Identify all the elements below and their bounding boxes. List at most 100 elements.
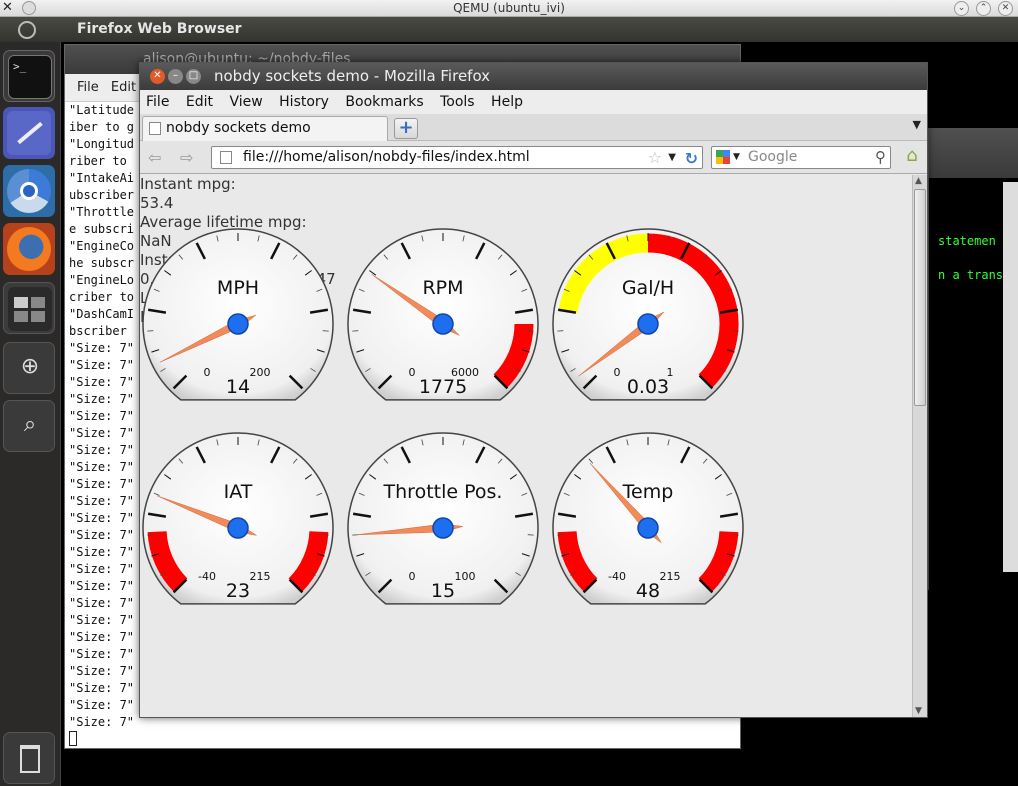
- gauge-value: 23: [226, 580, 250, 602]
- launcher-trash[interactable]: [3, 732, 55, 784]
- page-icon: [149, 122, 161, 135]
- gauge-value: 0.03: [627, 376, 669, 398]
- launcher-magnifier[interactable]: ⊕: [3, 342, 55, 394]
- dash-home-icon[interactable]: [18, 21, 36, 39]
- scroll-up-icon[interactable]: ▲: [915, 176, 922, 186]
- gauge-max-label: 100: [455, 570, 476, 583]
- terminal-icon: >_: [8, 55, 52, 99]
- background-terminal-titlebar: [929, 128, 1018, 178]
- terminal-line: e subscri: [69, 222, 135, 236]
- new-tab-button[interactable]: +: [394, 118, 418, 139]
- menu-help[interactable]: Help: [491, 94, 523, 110]
- page-content: Instant mpg: 53.4 Average lifetime mpg: NaN…: [140, 175, 913, 717]
- terminal-line: "Size: 7": [69, 579, 135, 593]
- background-terminal-scrollbar[interactable]: [1003, 182, 1018, 572]
- tab-list-dropdown-icon[interactable]: ▼: [913, 118, 921, 131]
- chevron-up-icon[interactable]: ⌃: [976, 1, 991, 16]
- firefox-titlebar: ✕ – □ nobdy sockets demo - Mozilla Firef…: [140, 63, 927, 90]
- chevron-down-icon[interactable]: ⌄: [954, 1, 969, 16]
- terminal-line: "DashCamI: [69, 307, 135, 321]
- navigation-toolbar: ⇦ ⇨ file:///home/alison/nobdy-files/inde…: [140, 141, 927, 174]
- launcher: >_ ⊕ ⌕: [0, 42, 61, 786]
- terminal-line: "Size: 7": [69, 545, 135, 559]
- launcher-zoom-page[interactable]: ⌕: [3, 400, 55, 452]
- gauge-gal-h: Gal/H0 10.03: [552, 228, 744, 401]
- tab-strip: nobdy sockets demo + ▼: [140, 114, 927, 141]
- home-icon[interactable]: ⌂: [900, 146, 924, 168]
- minimize-icon[interactable]: –: [168, 69, 183, 84]
- menu-bookmarks[interactable]: Bookmarks: [345, 94, 423, 110]
- close-icon[interactable]: ✕: [150, 69, 165, 84]
- scrollbar-thumb[interactable]: [914, 189, 926, 406]
- reload-icon[interactable]: ↻: [685, 148, 698, 169]
- gauge-rpm: RPM0 60001775: [347, 228, 539, 401]
- search-input[interactable]: ▼ Google ⚲: [711, 146, 891, 169]
- menu-edit[interactable]: Edit: [111, 80, 136, 95]
- close-icon[interactable]: ✕: [2, 1, 13, 15]
- url-bar[interactable]: file:///home/alison/nobdy-files/index.ht…: [211, 146, 703, 169]
- chevron-down-icon[interactable]: ▼: [733, 147, 740, 168]
- terminal-line: "IntakeAi: [69, 171, 135, 185]
- gauge-min-label: 0: [409, 570, 416, 583]
- menu-history[interactable]: History: [279, 94, 329, 110]
- gauge-min-label: -40: [198, 570, 216, 583]
- panel-app-title: Firefox Web Browser: [77, 21, 242, 37]
- terminal-line: he subscr: [69, 256, 135, 270]
- launcher-chromium[interactable]: [3, 165, 55, 217]
- tab-label: nobdy sockets demo: [166, 120, 311, 136]
- search-icon[interactable]: ⚲: [875, 147, 886, 168]
- google-icon[interactable]: [716, 150, 730, 164]
- desktop: ✕ QEMU (ubuntu_ivi) ⌄ ⌃ ✕ Firefox Web Br…: [0, 0, 1018, 786]
- tab-nobdy-sockets-demo[interactable]: nobdy sockets demo: [142, 116, 388, 141]
- maximize-icon[interactable]: □: [186, 69, 201, 84]
- gauge-value: 15: [431, 580, 455, 602]
- trash-icon: [8, 737, 52, 781]
- firefox-title: nobdy sockets demo - Mozilla Firefox: [214, 67, 491, 85]
- back-icon[interactable]: ⇦: [148, 148, 161, 167]
- gauge-hub: [227, 313, 249, 335]
- gauge-value: 48: [636, 580, 660, 602]
- terminal-line: "Size: 7": [69, 613, 135, 627]
- terminal-line: "Size: 7": [69, 358, 135, 372]
- search-placeholder: Google: [748, 149, 798, 165]
- launcher-text-editor[interactable]: [3, 107, 55, 159]
- gauge-min-label: 0: [409, 366, 416, 379]
- terminal-text: statemen: [938, 234, 996, 248]
- terminal-line: "Size: 7": [69, 409, 135, 423]
- gauge-panel: MPH0 20014RPM0 60001775Gal/H0 10.03 IAT-40 21…: [142, 228, 744, 605]
- gauge-iat: IAT -40 21523: [142, 432, 334, 605]
- gauge-hub: [432, 313, 454, 335]
- launcher-workspaces[interactable]: [3, 282, 55, 334]
- terminal-line: riber to: [69, 154, 127, 168]
- launcher-firefox[interactable]: [3, 223, 55, 275]
- vertical-scrollbar[interactable]: ▲ ▼: [912, 175, 927, 717]
- menu-view[interactable]: View: [229, 94, 262, 110]
- terminal-line: "Size: 7": [69, 630, 135, 644]
- menu-file[interactable]: File: [146, 94, 169, 110]
- gauge-value: 14: [226, 376, 250, 398]
- forward-icon[interactable]: ⇨: [180, 148, 193, 167]
- terminal-line: "Size: 7": [69, 460, 135, 474]
- close-icon[interactable]: ✕: [998, 1, 1013, 16]
- firefox-icon: [7, 227, 51, 271]
- terminal-line: "Size: 7": [69, 426, 135, 440]
- terminal-line: bscriber: [69, 324, 127, 338]
- chevron-down-icon[interactable]: ▼: [668, 147, 676, 168]
- menu-file[interactable]: File: [77, 80, 99, 95]
- gauge-label: Temp: [622, 481, 674, 503]
- launcher-terminal[interactable]: >_: [3, 50, 55, 102]
- terminal-line: "Size: 7": [69, 494, 135, 508]
- gauge-max-label: 215: [660, 570, 681, 583]
- gauge-hub: [227, 517, 249, 539]
- gauge-label: Gal/H: [622, 277, 674, 299]
- gauge-mph: MPH 0 20014: [142, 228, 334, 401]
- minimize-icon[interactable]: [22, 1, 36, 15]
- scroll-down-icon[interactable]: ▼: [915, 706, 922, 716]
- terminal-output: "Latitude iber to g "Longitud riber to "Inta…: [69, 102, 134, 731]
- bookmark-star-icon[interactable]: ☆: [648, 147, 662, 168]
- menu-tools[interactable]: Tools: [440, 94, 475, 110]
- menu-edit[interactable]: Edit: [186, 94, 213, 110]
- terminal-line: "Size: 7": [69, 698, 135, 712]
- workspace-switcher-icon: [8, 287, 52, 331]
- terminal-line: "Size: 7": [69, 477, 135, 491]
